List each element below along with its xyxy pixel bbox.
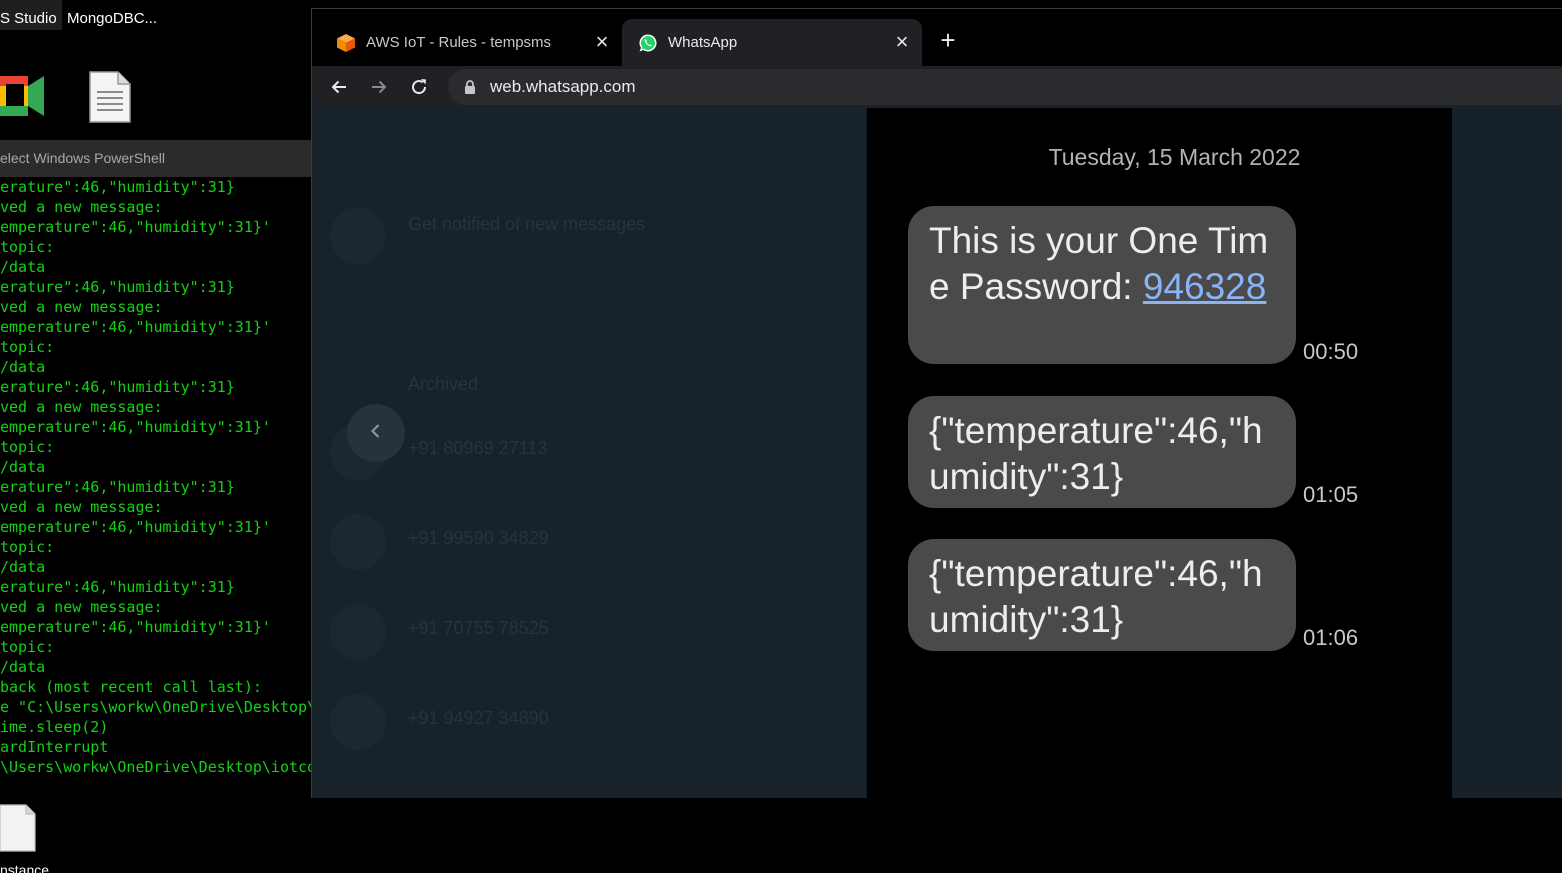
console-line: /data bbox=[0, 558, 46, 576]
tab-strip: AWS IoT - Rules - tempsms × WhatsApp × + bbox=[312, 9, 1562, 66]
chevron-left-icon bbox=[367, 422, 385, 445]
console-line: ved a new message: bbox=[0, 198, 163, 216]
desktop-screen: S Studio MongoDBC... elect Windows Power… bbox=[0, 0, 1562, 873]
console-line: \Users\workw\OneDrive\Desktop\iotco bbox=[0, 758, 312, 776]
date-separator: Tuesday, 15 March 2022 bbox=[1048, 144, 1301, 170]
chat-pane-edge bbox=[1452, 108, 1562, 798]
tab-aws-iot[interactable]: AWS IoT - Rules - tempsms × bbox=[320, 19, 622, 66]
tab-whatsapp[interactable]: WhatsApp × bbox=[622, 19, 922, 66]
console-line: erature":46,"humidity":31} bbox=[0, 378, 235, 396]
reload-icon[interactable] bbox=[404, 72, 434, 102]
chat-name[interactable]: +91 99590 34829 bbox=[408, 528, 549, 549]
desktop-icon-studio[interactable]: S Studio bbox=[0, 0, 62, 30]
console-line: /data bbox=[0, 258, 46, 276]
chat-list-panel: Get notified of new messages Archived +9… bbox=[312, 108, 866, 798]
message-time: 01:06 bbox=[1303, 625, 1359, 650]
message-bubble: {"temperature":46,"humidity":31} bbox=[908, 396, 1296, 508]
sms-screenshot: Tuesday, 15 March 2022 This is your One … bbox=[867, 108, 1452, 798]
chat-name[interactable]: +91 70755 78525 bbox=[408, 618, 549, 639]
close-icon[interactable]: × bbox=[890, 30, 914, 55]
console-line: emperature":46,"humidity":31}' bbox=[0, 518, 271, 536]
console-line: ardInterrupt bbox=[0, 738, 109, 756]
close-icon[interactable]: × bbox=[590, 30, 614, 55]
blank-file-icon[interactable] bbox=[0, 803, 36, 853]
desktop-icon-label: nstance bbox=[0, 862, 50, 873]
browser-toolbar: web.whatsapp.com bbox=[312, 66, 1562, 108]
avatar bbox=[330, 604, 386, 660]
new-tab-icon[interactable]: + bbox=[934, 27, 962, 55]
console-line: ved a new message: bbox=[0, 498, 163, 516]
desktop-icon-label: MongoDBC... bbox=[67, 10, 158, 27]
message-bubble: {"temperature":46,"humidity":31} bbox=[908, 539, 1296, 651]
console-line: erature":46,"humidity":31} bbox=[0, 178, 235, 196]
console-line: back (most recent call last): bbox=[0, 678, 262, 696]
back-arrow-icon[interactable] bbox=[324, 72, 354, 102]
console-output: erature":46,"humidity":31} ved a new mess… bbox=[0, 177, 312, 777]
message-text: {"temperature":46,"humidity":31} bbox=[929, 553, 1263, 640]
archived-label: Archived bbox=[408, 374, 479, 394]
lock-icon bbox=[462, 79, 478, 95]
powershell-console[interactable]: erature":46,"humidity":31} ved a new mess… bbox=[0, 177, 312, 778]
console-line: emperature":46,"humidity":31}' bbox=[0, 618, 271, 636]
tab-title: AWS IoT - Rules - tempsms bbox=[366, 34, 552, 51]
console-line: e "C:\Users\workw\OneDrive\Desktop\ bbox=[0, 698, 312, 716]
whatsapp-page: Get notified of new messages Archived +9… bbox=[312, 108, 1562, 798]
console-line: topic: bbox=[0, 438, 55, 456]
console-line: topic: bbox=[0, 238, 55, 256]
console-line: emperature":46,"humidity":31}' bbox=[0, 418, 271, 436]
document-file-icon[interactable] bbox=[88, 70, 132, 124]
powershell-titlebar[interactable]: elect Windows PowerShell bbox=[0, 140, 312, 177]
whatsapp-icon bbox=[638, 33, 658, 53]
url-text: web.whatsapp.com bbox=[490, 77, 636, 96]
powershell-title: elect Windows PowerShell bbox=[0, 150, 165, 166]
console-line: ved a new message: bbox=[0, 298, 163, 316]
notify-banner-text: Get notified of new messages bbox=[408, 214, 646, 234]
message-time: 01:05 bbox=[1303, 482, 1359, 507]
console-line: ime.sleep(2) bbox=[0, 718, 109, 736]
console-line: /data bbox=[0, 658, 46, 676]
console-line: erature":46,"humidity":31} bbox=[0, 478, 235, 496]
address-bar[interactable]: web.whatsapp.com bbox=[448, 69, 1562, 105]
console-line: emperature":46,"humidity":31}' bbox=[0, 218, 271, 236]
console-line: emperature":46,"humidity":31}' bbox=[0, 318, 271, 336]
meet-app-icon[interactable] bbox=[0, 72, 44, 122]
console-line: /data bbox=[0, 458, 46, 476]
chat-name[interactable]: +91 94927 34890 bbox=[408, 708, 549, 729]
console-line: topic: bbox=[0, 538, 55, 556]
otp-link[interactable]: 946328 bbox=[1143, 266, 1266, 307]
notification-avatar bbox=[330, 208, 386, 264]
console-line: erature":46,"humidity":31} bbox=[0, 278, 235, 296]
console-line: topic: bbox=[0, 338, 55, 356]
message-bubble: This is your One Time Password: 946328 bbox=[908, 206, 1296, 364]
console-line: /data bbox=[0, 358, 46, 376]
chat-name[interactable]: +91 80969 27113 bbox=[408, 438, 547, 459]
avatar bbox=[330, 694, 386, 750]
console-line: ved a new message: bbox=[0, 598, 163, 616]
console-line: ved a new message: bbox=[0, 398, 163, 416]
carousel-prev-button[interactable] bbox=[347, 404, 405, 462]
console-line: topic: bbox=[0, 638, 55, 656]
browser-window: AWS IoT - Rules - tempsms × WhatsApp × + bbox=[311, 8, 1562, 798]
forward-arrow-icon[interactable] bbox=[364, 72, 394, 102]
avatar bbox=[330, 514, 386, 570]
message-time: 00:50 bbox=[1303, 339, 1359, 364]
desktop-icon-label: S Studio bbox=[0, 10, 57, 27]
tab-title: WhatsApp bbox=[668, 34, 738, 51]
message-text: {"temperature":46,"humidity":31} bbox=[929, 410, 1263, 497]
console-line: erature":46,"humidity":31} bbox=[0, 578, 235, 596]
aws-cube-icon bbox=[336, 33, 356, 53]
